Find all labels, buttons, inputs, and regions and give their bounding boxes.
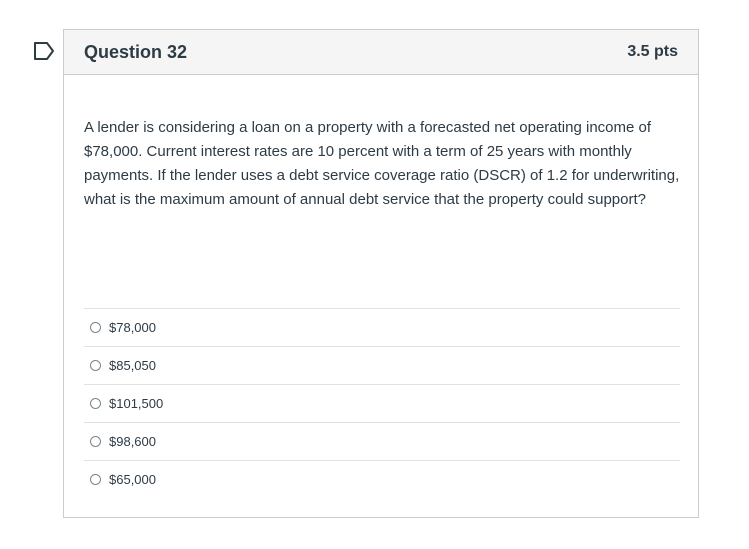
answer-option[interactable]: $65,000 <box>84 460 680 498</box>
answer-label: $98,600 <box>109 434 156 449</box>
radio-unselected-icon[interactable] <box>90 360 101 371</box>
answer-list: $78,000 $85,050 $101,500 $98,600 $65,000 <box>84 308 680 498</box>
answer-label: $65,000 <box>109 472 156 487</box>
question-header: Question 32 3.5 pts <box>64 30 698 75</box>
answer-label: $101,500 <box>109 396 164 411</box>
question-card: Question 32 3.5 pts A lender is consider… <box>63 29 699 518</box>
answer-option[interactable]: $85,050 <box>84 346 680 384</box>
question-points: 3.5 pts <box>627 43 678 60</box>
question-title: Question 32 <box>84 41 188 62</box>
question-text: A lender is considering a loan on a prop… <box>84 119 680 208</box>
radio-unselected-icon[interactable] <box>90 322 101 333</box>
radio-unselected-icon[interactable] <box>90 398 101 409</box>
radio-unselected-icon[interactable] <box>90 436 101 447</box>
answer-option[interactable]: $78,000 <box>84 308 680 346</box>
radio-unselected-icon[interactable] <box>90 474 101 485</box>
answer-label: $78,000 <box>109 320 156 335</box>
answer-option[interactable]: $98,600 <box>84 422 680 460</box>
answer-label: $85,050 <box>109 358 156 373</box>
answer-option[interactable]: $101,500 <box>84 384 680 422</box>
flag-question-icon[interactable] <box>33 41 55 61</box>
